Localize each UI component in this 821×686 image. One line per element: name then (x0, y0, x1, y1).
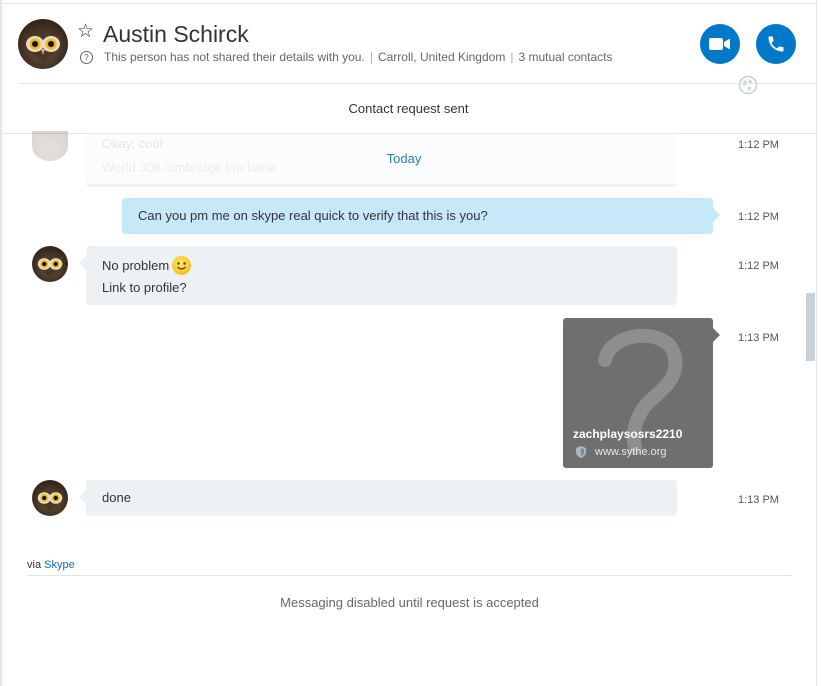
contact-name[interactable]: Austin Schirck (103, 20, 249, 48)
footer-divider (27, 575, 792, 576)
link-card-title[interactable]: zachplaysosrs2210 (573, 427, 682, 442)
date-divider: Today (386, 151, 422, 166)
faded-message-line: Okay, cool (102, 136, 163, 151)
window-top-border (0, 3, 817, 4)
favorite-star-icon[interactable]: ☆ (77, 21, 94, 43)
message-time: 1:13 PM (738, 332, 779, 344)
phone-icon (768, 36, 784, 52)
message-time: 1:12 PM (738, 211, 779, 223)
audio-call-button[interactable] (756, 24, 796, 64)
via-skype-label: via Skype (27, 558, 75, 572)
faded-message-time: 1:12 PM (738, 139, 779, 151)
separator: | (369, 50, 373, 64)
incoming-message-bubble[interactable] (79, 246, 677, 305)
question-circle-icon: ? (80, 51, 93, 64)
link-card-url[interactable]: www.sythe.org (595, 445, 667, 459)
skype-link[interactable]: Skype (44, 559, 75, 571)
contact-info-line: This person has not shared their details… (104, 50, 613, 65)
message-time: 1:13 PM (738, 494, 779, 506)
message-text-line: No problem (102, 256, 192, 275)
separator: | (510, 50, 514, 64)
card-pointer (713, 328, 720, 342)
contact-avatar[interactable] (18, 19, 68, 69)
mutual-contacts-link[interactable]: 3 mutual contacts (518, 50, 612, 64)
smile-emoji-icon (172, 256, 192, 275)
message-text: Can you pm me on skype real quick to ver… (138, 208, 488, 223)
message-text: No problem (102, 258, 170, 273)
globe-icon[interactable] (738, 75, 758, 100)
contact-avatar-small[interactable] (32, 246, 68, 282)
message-text: done (102, 490, 131, 505)
privacy-info-text: This person has not shared their details… (104, 50, 365, 64)
video-camera-icon (709, 38, 730, 50)
video-call-button[interactable] (700, 24, 740, 64)
shield-icon (574, 445, 588, 464)
incoming-message-bubble[interactable] (79, 480, 677, 516)
via-prefix: via (27, 559, 42, 571)
scrollbar-thumb[interactable] (806, 293, 815, 361)
messaging-disabled-notice: Messaging disabled until request is acce… (280, 595, 539, 610)
header-divider (18, 83, 816, 84)
message-time: 1:12 PM (738, 260, 779, 272)
contact-avatar-small[interactable] (32, 480, 68, 516)
message-text: Link to profile? (102, 280, 187, 295)
contact-request-banner: Contact request sent (348, 101, 469, 116)
contact-location: Carroll, United Kingdom (377, 50, 506, 64)
